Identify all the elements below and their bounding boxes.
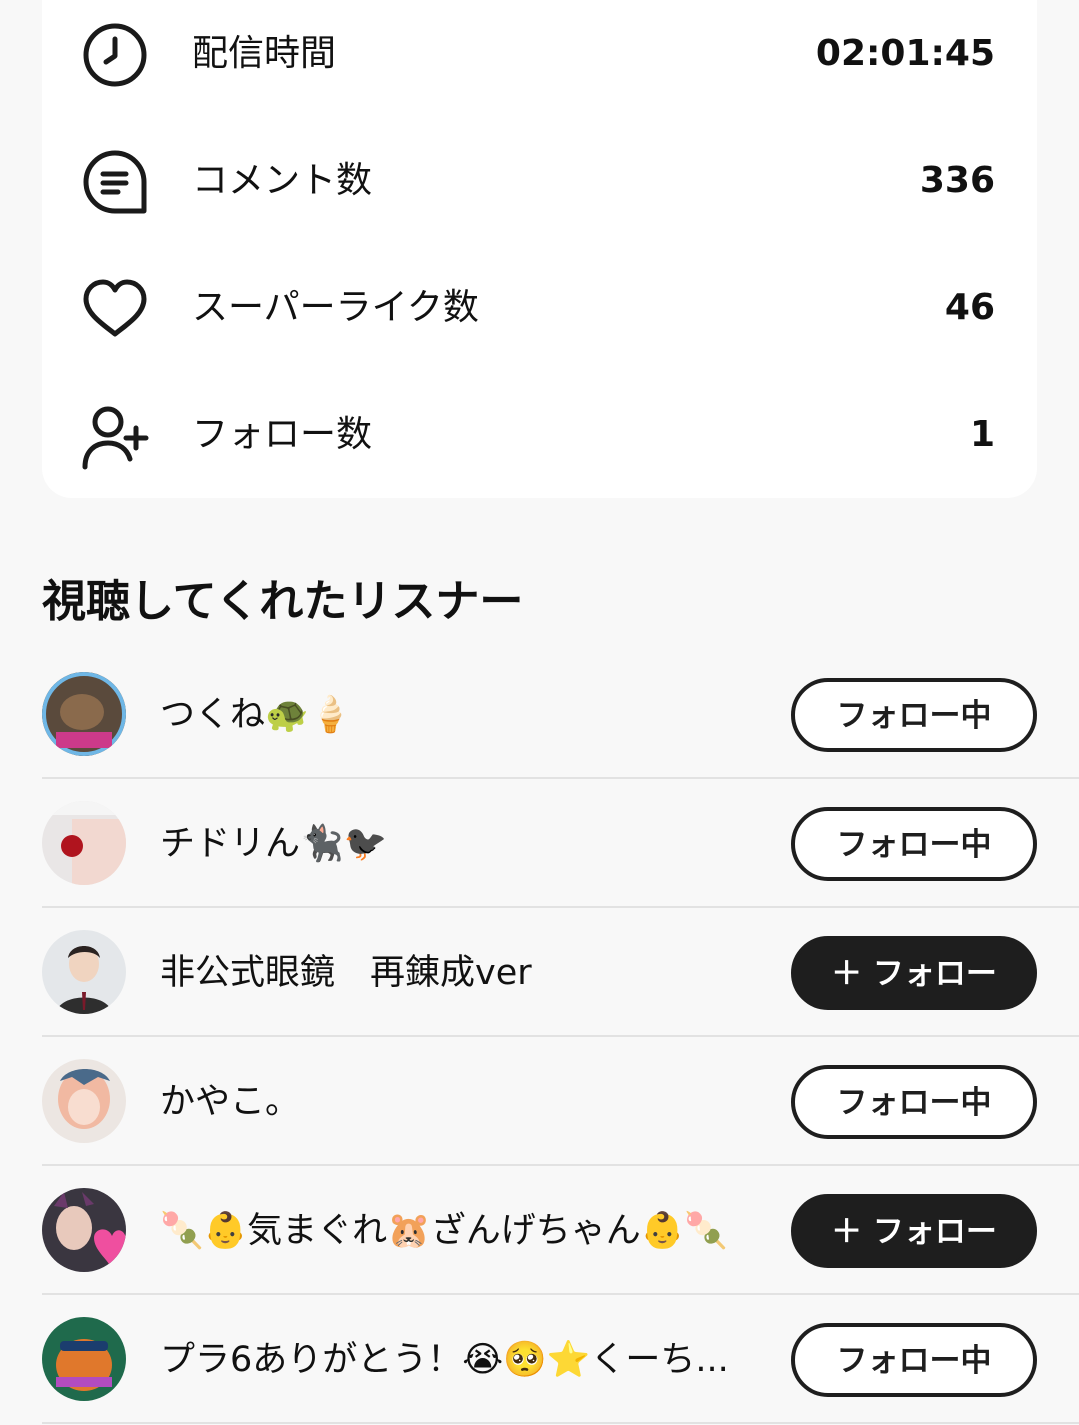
stat-row-follows: フォロー数 1: [42, 393, 1037, 473]
stats-card: 配信時間 02:01:45 コメント数 336 スーパーライク数 46 フォロー…: [42, 0, 1037, 498]
following-button[interactable]: フォロー中: [791, 678, 1037, 752]
avatar[interactable]: [42, 1188, 126, 1272]
stat-label: フォロー数: [192, 414, 373, 455]
listener-row[interactable]: 🍡👶気まぐれ🐹ざんげちゃん👶🍡 ＋ フォロー: [42, 1166, 1079, 1295]
clock-icon: [80, 20, 150, 90]
stat-label: コメント数: [192, 160, 373, 201]
following-button[interactable]: フォロー中: [791, 1065, 1037, 1139]
stat-value: 1: [969, 414, 995, 455]
stat-label: 配信時間: [192, 33, 337, 74]
heart-icon: [80, 274, 150, 344]
stat-value: 02:01:45: [815, 33, 995, 74]
listener-row[interactable]: チドリん🐈‍⬛🐦‍⬛ フォロー中: [42, 779, 1079, 908]
following-button[interactable]: フォロー中: [791, 1323, 1037, 1397]
listener-name: 非公式眼鏡 再錬成ver: [160, 953, 532, 993]
avatar[interactable]: [42, 1059, 126, 1143]
avatar[interactable]: [42, 801, 126, 885]
listener-row[interactable]: 非公式眼鏡 再錬成ver ＋ フォロー: [42, 908, 1079, 1037]
stat-row-comments: コメント数 336: [42, 139, 1037, 219]
listener-row[interactable]: かやこ。 フォロー中: [42, 1037, 1079, 1166]
listener-row[interactable]: つくね🐢🍦 フォロー中: [42, 650, 1079, 779]
listener-name: かやこ。: [160, 1082, 301, 1122]
add-user-icon: [80, 401, 150, 471]
section-title: 視聴してくれたリスナー: [42, 576, 524, 627]
avatar[interactable]: [42, 930, 126, 1014]
avatar[interactable]: [42, 672, 126, 756]
follow-button[interactable]: ＋ フォロー: [791, 936, 1037, 1010]
avatar[interactable]: [42, 1317, 126, 1401]
stat-row-duration: 配信時間 02:01:45: [42, 12, 1037, 92]
listener-list: つくね🐢🍦 フォロー中 チドリん🐈‍⬛🐦‍⬛ フォロー中 非公式眼鏡 再錬成ve…: [42, 650, 1079, 1424]
stat-value: 336: [919, 160, 995, 201]
listener-name: つくね🐢🍦: [160, 695, 353, 735]
comment-icon: [80, 147, 150, 217]
follow-button[interactable]: ＋ フォロー: [791, 1194, 1037, 1268]
following-button[interactable]: フォロー中: [791, 807, 1037, 881]
stat-label: スーパーライク数: [192, 287, 479, 328]
listener-row[interactable]: プラ6ありがとう！😭🥺⭐くーち... フォロー中: [42, 1295, 1079, 1424]
listener-name: 🍡👶気まぐれ🐹ざんげちゃん👶🍡: [160, 1211, 728, 1251]
stat-row-superlikes: スーパーライク数 46: [42, 266, 1037, 346]
listener-name: プラ6ありがとう！😭🥺⭐くーち...: [160, 1340, 729, 1380]
listener-name: チドリん🐈‍⬛🐦‍⬛: [160, 824, 388, 864]
stat-value: 46: [944, 287, 995, 328]
